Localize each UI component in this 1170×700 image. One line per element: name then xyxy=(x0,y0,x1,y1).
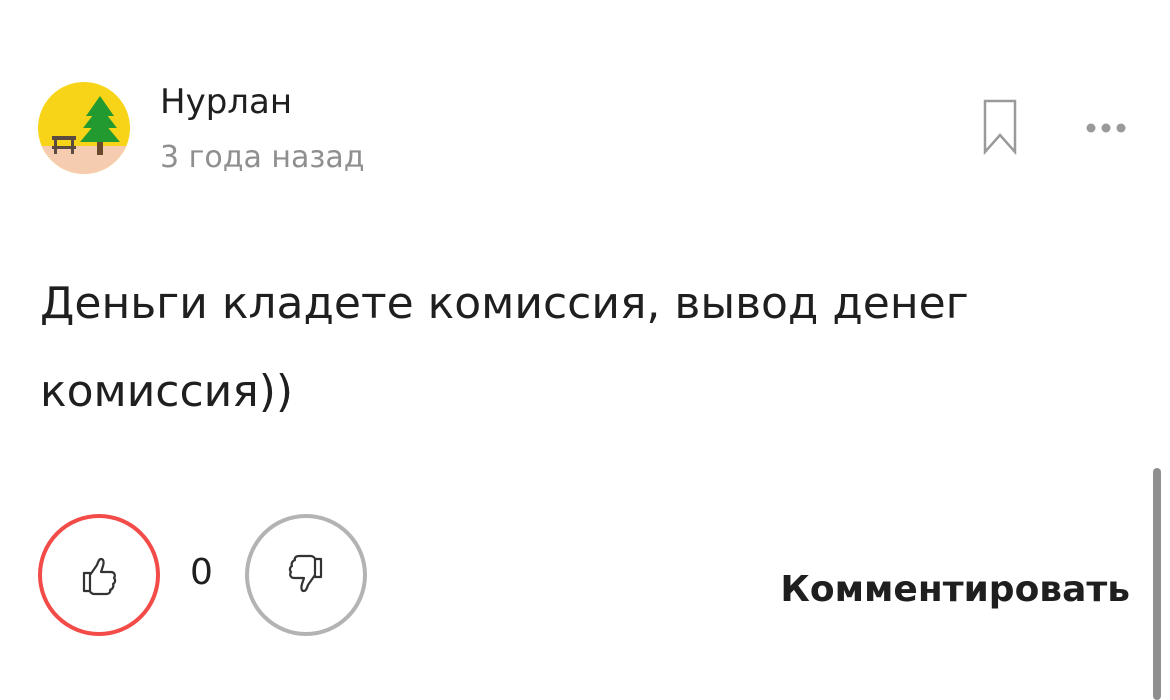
more-options-button[interactable] xyxy=(1080,110,1132,146)
rating-count: 0 xyxy=(190,552,213,593)
dislike-button[interactable] xyxy=(245,514,367,636)
pine-tree-bench-icon xyxy=(38,82,130,174)
reply-button[interactable]: Комментировать xyxy=(780,566,1130,614)
thumbs-down-icon xyxy=(288,554,323,593)
bookmark-button[interactable] xyxy=(982,98,1018,156)
author-name[interactable]: Нурлан xyxy=(160,80,292,124)
more-dots-icon xyxy=(1086,123,1126,133)
bookmark-icon xyxy=(983,99,1017,156)
thumbs-up-icon xyxy=(82,557,117,596)
comment-timestamp: 3 года назад xyxy=(160,140,365,175)
comment-text: Деньги кладете комиссия, вывод денег ком… xyxy=(40,278,969,417)
avatar[interactable] xyxy=(38,82,130,174)
like-button[interactable] xyxy=(38,514,160,636)
scrollbar[interactable] xyxy=(1153,468,1161,700)
